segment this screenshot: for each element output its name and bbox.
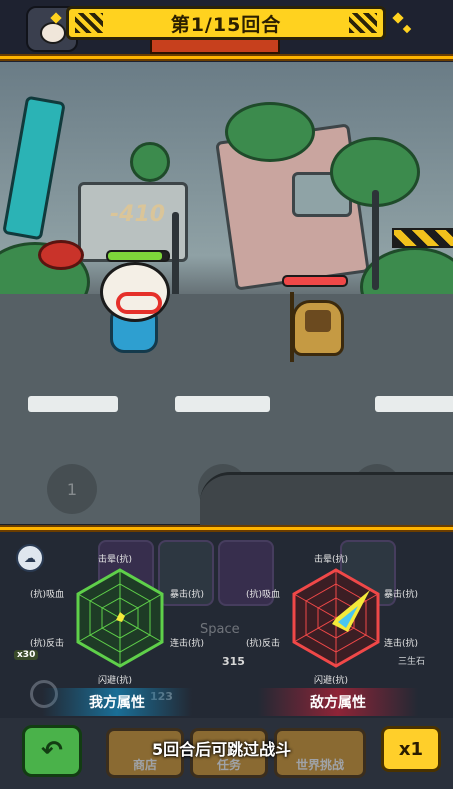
sparkle-icon bbox=[392, 12, 404, 24]
round-banner: 第1/15回合 bbox=[66, 6, 386, 40]
damage-number: -410 bbox=[110, 202, 166, 227]
my-stat-dodge: 闪避(抗) bbox=[98, 676, 133, 686]
leaning-signpost bbox=[2, 95, 66, 241]
my-stat-lifesteal: (抗)吸血 bbox=[30, 590, 65, 600]
enemy-attribute-radar bbox=[292, 568, 380, 668]
enemy-stat-combo: 连击(抗) bbox=[384, 639, 419, 649]
my-attributes-label[interactable]: 我方属性 bbox=[42, 688, 192, 716]
enemy-hp-fill bbox=[284, 277, 346, 285]
banner-tab-decoration bbox=[150, 40, 280, 54]
bottom-gold-divider bbox=[0, 525, 453, 532]
back-arrow-icon: ↶ bbox=[41, 736, 63, 766]
enemy-stat-dodge: 闪避(抗) bbox=[314, 676, 349, 686]
speed-label: x1 bbox=[398, 738, 424, 760]
my-stat-stun: 击晕(抗) bbox=[98, 555, 133, 565]
stack-count: x30 bbox=[14, 650, 39, 660]
my-stat-counter: (抗)反击 bbox=[30, 639, 65, 649]
enemy-hp-bar bbox=[282, 275, 348, 287]
speed-toggle-button[interactable]: x1 bbox=[381, 726, 441, 772]
rubble-pile bbox=[200, 472, 453, 532]
bush bbox=[130, 142, 170, 182]
road-marking bbox=[375, 396, 453, 412]
cloud-icon[interactable]: ☁ bbox=[16, 544, 44, 572]
space-hint: Space bbox=[200, 622, 240, 637]
hero-hp-fill bbox=[108, 252, 162, 260]
battle-scene: 1 2 3 -410 bbox=[0, 62, 453, 524]
sparkle-icon bbox=[402, 24, 412, 34]
enemy-stat-counter: (抗)反击 bbox=[246, 639, 281, 649]
road-marking bbox=[175, 396, 270, 412]
enemy-stat-stun: 击晕(抗) bbox=[314, 555, 349, 565]
my-attribute-radar bbox=[76, 568, 164, 668]
hero-hp-bar bbox=[106, 250, 170, 262]
bush bbox=[225, 102, 315, 162]
back-arrow-button[interactable]: ↶ bbox=[22, 725, 82, 777]
warning-barrier bbox=[392, 228, 453, 248]
skip-battle-hint: 5回合后可跳过战斗 bbox=[152, 740, 292, 759]
enemy-stat-crit: 暴击(抗) bbox=[384, 590, 419, 600]
my-stat-crit: 暴击(抗) bbox=[170, 590, 205, 600]
gem-count: 315 bbox=[222, 655, 245, 668]
enemy-attributes-label[interactable]: 敌方属性 bbox=[258, 688, 418, 716]
street-lamp bbox=[372, 190, 379, 290]
top-bar: 第1/15回合 bbox=[0, 0, 453, 62]
round-counter: 第1/15回合 bbox=[170, 13, 282, 36]
avatar-face-icon bbox=[40, 22, 66, 44]
formation-slot-1[interactable]: 1 bbox=[47, 464, 97, 514]
enemy-stat-lifesteal: (抗)吸血 bbox=[246, 590, 281, 600]
enemy-face bbox=[305, 310, 331, 332]
top-gold-divider bbox=[0, 54, 453, 61]
red-flower bbox=[38, 240, 84, 270]
street-lamp bbox=[172, 212, 179, 302]
road-marking bbox=[28, 396, 118, 412]
hero-glasses bbox=[116, 292, 162, 314]
my-stat-combo: 连击(抗) bbox=[170, 639, 205, 649]
slot-number: 1 bbox=[66, 479, 78, 499]
item-name: 三生石 bbox=[398, 657, 426, 667]
